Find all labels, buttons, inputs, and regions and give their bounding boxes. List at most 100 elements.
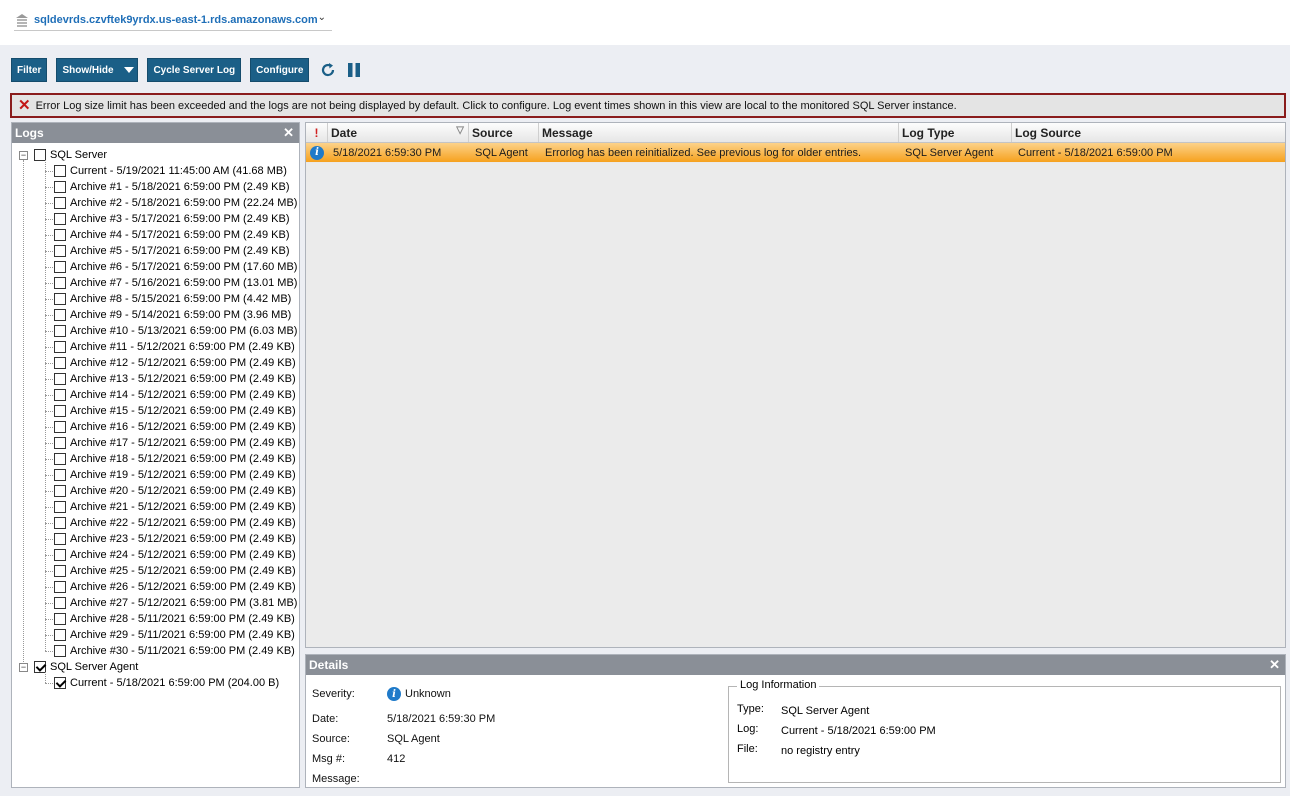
checkbox[interactable] (54, 581, 66, 593)
tree-node-label: Current - 5/18/2021 6:59:00 PM (204.00 B… (70, 677, 280, 689)
tree-node-log[interactable]: Archive #4 - 5/17/2021 6:59:00 PM (2.49 … (12, 227, 299, 243)
checkbox[interactable] (54, 549, 66, 561)
checkbox[interactable] (54, 405, 66, 417)
tree-node-label: Archive #3 - 5/17/2021 6:59:00 PM (2.49 … (70, 213, 290, 225)
tree-node-log[interactable]: Archive #19 - 5/12/2021 6:59:00 PM (2.49… (12, 467, 299, 483)
msg-number-label: Msg #: (312, 753, 346, 765)
error-log-alert[interactable]: ✕ Error Log size limit has been exceeded… (10, 93, 1286, 118)
checkbox[interactable] (54, 197, 66, 209)
tree-node-log[interactable]: Archive #25 - 5/12/2021 6:59:00 PM (2.49… (12, 563, 299, 579)
date-value: 5/18/2021 6:59:30 PM (387, 713, 496, 725)
checkbox[interactable] (54, 277, 66, 289)
tree-node-log[interactable]: Archive #9 - 5/14/2021 6:59:00 PM (3.96 … (12, 307, 299, 323)
column-header-source[interactable]: Source (469, 123, 539, 142)
checkbox[interactable] (54, 629, 66, 641)
checkbox[interactable] (54, 213, 66, 225)
checkbox[interactable] (54, 453, 66, 465)
refresh-icon[interactable] (318, 60, 338, 80)
tree-node-log[interactable]: Archive #17 - 5/12/2021 6:59:00 PM (2.49… (12, 435, 299, 451)
collapse-icon[interactable]: − (19, 150, 28, 160)
checkbox[interactable] (54, 341, 66, 353)
checkbox[interactable] (54, 597, 66, 609)
tree-node-log[interactable]: Archive #27 - 5/12/2021 6:59:00 PM (3.81… (12, 595, 299, 611)
tree-node-log[interactable]: Archive #16 - 5/12/2021 6:59:00 PM (2.49… (12, 419, 299, 435)
checkbox[interactable] (54, 245, 66, 257)
tree-node-log[interactable]: Archive #18 - 5/12/2021 6:59:00 PM (2.49… (12, 451, 299, 467)
tree-node-log[interactable]: Archive #14 - 5/12/2021 6:59:00 PM (2.49… (12, 387, 299, 403)
tree-node-label: SQL Server (50, 149, 108, 161)
configure-button[interactable]: Configure (250, 58, 310, 82)
details-panel-header: Details ✕ (306, 655, 1285, 675)
tree-node-log[interactable]: Archive #23 - 5/12/2021 6:59:00 PM (2.49… (12, 531, 299, 547)
tree-node-group[interactable]: − SQL Server Agent (12, 659, 299, 675)
tree-node-log[interactable]: Archive #1 - 5/18/2021 6:59:00 PM (2.49 … (12, 179, 299, 195)
checkbox[interactable] (54, 389, 66, 401)
checkbox[interactable] (54, 501, 66, 513)
checkbox[interactable] (54, 485, 66, 497)
checkbox[interactable] (54, 357, 66, 369)
tree-node-log[interactable]: Archive #12 - 5/12/2021 6:59:00 PM (2.49… (12, 355, 299, 371)
tree-connector (45, 427, 53, 428)
checkbox[interactable] (54, 229, 66, 241)
filter-funnel-icon[interactable]: ▽ (456, 125, 464, 136)
tree-node-label: Archive #20 - 5/12/2021 6:59:00 PM (2.49… (70, 485, 296, 497)
column-header-date[interactable]: Date ▽ (328, 123, 469, 142)
show-hide-button[interactable]: Show/Hide (56, 58, 139, 82)
error-x-icon: ✕ (18, 97, 31, 114)
tree-node-log[interactable]: Archive #26 - 5/12/2021 6:59:00 PM (2.49… (12, 579, 299, 595)
tree-node-log[interactable]: Archive #5 - 5/17/2021 6:59:00 PM (2.49 … (12, 243, 299, 259)
checkbox[interactable] (54, 325, 66, 337)
tree-node-log[interactable]: Archive #15 - 5/12/2021 6:59:00 PM (2.49… (12, 403, 299, 419)
top-bar: sqldevrds.czvftek9yrdx.us-east-1.rds.ama… (0, 0, 1290, 45)
tree-node-log[interactable]: Archive #3 - 5/17/2021 6:59:00 PM (2.49 … (12, 211, 299, 227)
checkbox[interactable] (54, 437, 66, 449)
checkbox[interactable] (54, 181, 66, 193)
collapse-icon[interactable]: − (19, 662, 28, 672)
tree-node-label: Archive #22 - 5/12/2021 6:59:00 PM (2.49… (70, 517, 296, 529)
tree-node-log[interactable]: Archive #6 - 5/17/2021 6:59:00 PM (17.60… (12, 259, 299, 275)
tree-connector (45, 160, 46, 651)
tree-node-label: Archive #29 - 5/11/2021 6:59:00 PM (2.49… (70, 629, 295, 641)
tree-node-log[interactable]: Current - 5/19/2021 11:45:00 AM (41.68 M… (12, 163, 299, 179)
tree-node-log[interactable]: Archive #29 - 5/11/2021 6:59:00 PM (2.49… (12, 627, 299, 643)
column-header-message[interactable]: Message (539, 123, 899, 142)
tree-node-log[interactable]: Archive #7 - 5/16/2021 6:59:00 PM (13.01… (12, 275, 299, 291)
filter-button[interactable]: Filter (11, 58, 48, 82)
table-row[interactable]: i 5/18/2021 6:59:30 PM SQL Agent Errorlo… (306, 143, 1285, 163)
pause-icon[interactable] (344, 60, 364, 80)
server-selector[interactable]: sqldevrds.czvftek9yrdx.us-east-1.rds.ama… (14, 9, 332, 31)
tree-node-group[interactable]: − SQL Server (12, 147, 299, 163)
close-icon[interactable]: ✕ (1269, 657, 1280, 673)
tree-node-log[interactable]: Archive #11 - 5/12/2021 6:59:00 PM (2.49… (12, 339, 299, 355)
checkbox[interactable] (54, 421, 66, 433)
tree-node-log[interactable]: Archive #8 - 5/15/2021 6:59:00 PM (4.42 … (12, 291, 299, 307)
checkbox[interactable] (54, 469, 66, 481)
tree-node-log[interactable]: Archive #20 - 5/12/2021 6:59:00 PM (2.49… (12, 483, 299, 499)
tree-node-log[interactable]: Archive #22 - 5/12/2021 6:59:00 PM (2.49… (12, 515, 299, 531)
tree-node-log[interactable]: Archive #28 - 5/11/2021 6:59:00 PM (2.49… (12, 611, 299, 627)
tree-node-log[interactable]: Archive #10 - 5/13/2021 6:59:00 PM (6.03… (12, 323, 299, 339)
tree-node-log[interactable]: Archive #13 - 5/12/2021 6:59:00 PM (2.49… (12, 371, 299, 387)
checkbox[interactable] (54, 613, 66, 625)
checkbox[interactable] (54, 261, 66, 273)
checkbox[interactable] (54, 373, 66, 385)
checkbox[interactable] (54, 517, 66, 529)
tree-node-log[interactable]: Archive #30 - 5/11/2021 6:59:00 PM (2.49… (12, 643, 299, 659)
close-icon[interactable]: ✕ (283, 125, 294, 141)
checkbox[interactable] (54, 677, 66, 689)
column-header-log-type[interactable]: Log Type (899, 123, 1012, 142)
tree-node-log[interactable]: Archive #21 - 5/12/2021 6:59:00 PM (2.49… (12, 499, 299, 515)
checkbox[interactable] (54, 533, 66, 545)
tree-node-log[interactable]: Current - 5/18/2021 6:59:00 PM (204.00 B… (12, 675, 299, 691)
checkbox[interactable] (54, 565, 66, 577)
checkbox[interactable] (54, 165, 66, 177)
severity-column-header[interactable]: ! (306, 123, 328, 142)
chevron-down-icon[interactable]: ⌄ (318, 12, 326, 23)
checkbox[interactable] (54, 293, 66, 305)
checkbox[interactable] (54, 645, 66, 657)
tree-node-log[interactable]: Archive #24 - 5/12/2021 6:59:00 PM (2.49… (12, 547, 299, 563)
column-header-log-source[interactable]: Log Source (1012, 123, 1285, 142)
checkbox[interactable] (54, 309, 66, 321)
cycle-server-log-button[interactable]: Cycle Server Log (147, 58, 242, 82)
tree-node-log[interactable]: Archive #2 - 5/18/2021 6:59:00 PM (22.24… (12, 195, 299, 211)
